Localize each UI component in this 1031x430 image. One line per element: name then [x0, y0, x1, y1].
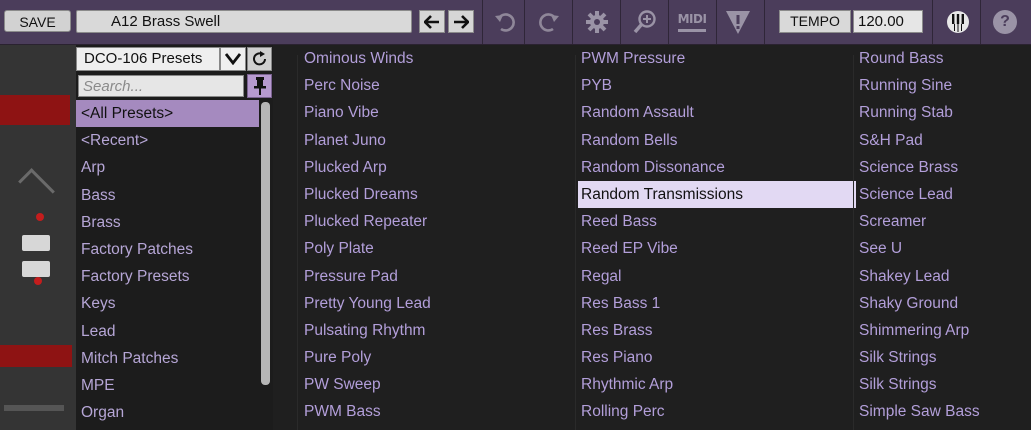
search-input[interactable] — [78, 75, 244, 97]
keyboard-button[interactable] — [941, 6, 975, 38]
preset-item[interactable]: Res Bass 1 — [578, 290, 856, 317]
category-item[interactable]: Organ — [76, 399, 259, 426]
preset-item[interactable]: Plucked Dreams — [301, 181, 579, 208]
preset-item[interactable]: Res Brass — [578, 317, 856, 344]
category-item[interactable]: Bass — [76, 182, 259, 209]
arrow-left-icon — [424, 14, 439, 29]
next-preset-button[interactable] — [448, 10, 474, 33]
bank-dropdown-button[interactable] — [220, 47, 246, 71]
toolbar: SAVE A12 Brass Swell MIDI TEMPO 120.00 ? — [0, 0, 1031, 45]
preset-name-display[interactable]: A12 Brass Swell — [76, 10, 412, 33]
preset-browser: Ominous Winds Perc Noise Piano Vibe Plan… — [274, 45, 1031, 430]
preset-item[interactable]: Plucked Arp — [301, 154, 579, 181]
preset-item[interactable]: Random Bells — [578, 127, 856, 154]
tempo-label: TEMPO — [779, 10, 851, 33]
keyboard-icon — [947, 11, 969, 33]
category-item[interactable]: <All Presets> — [76, 100, 259, 128]
preset-item[interactable]: Pulsating Rhythm — [301, 317, 579, 344]
preset-item[interactable]: Science Lead — [856, 181, 1031, 208]
category-list: <All Presets> <Recent> Arp Bass Brass Fa… — [76, 100, 259, 426]
preset-item[interactable]: Piano Vibe — [301, 99, 579, 126]
category-scrollbar-thumb[interactable] — [261, 102, 270, 385]
preset-item[interactable]: Plucked Repeater — [301, 208, 579, 235]
preset-column-2: PWM Pressure PYB Random Assault Random B… — [578, 45, 856, 426]
preset-item[interactable]: Rhythmic Arp — [578, 371, 856, 398]
preset-item[interactable]: PW Sweep — [301, 371, 579, 398]
preset-item-selected[interactable]: Random Transmissions — [578, 180, 856, 209]
category-item[interactable]: Keys — [76, 290, 259, 317]
preset-item[interactable]: PYB — [578, 72, 856, 99]
category-item[interactable]: MPE — [76, 372, 259, 399]
preset-column-3: Round Bass Running Sine Running Stab S&H… — [856, 45, 1031, 426]
category-item[interactable]: Brass — [76, 209, 259, 236]
category-item[interactable]: Lead — [76, 318, 259, 345]
preset-item[interactable]: Regal — [578, 263, 856, 290]
bank-selector[interactable]: DCO-106 Presets — [76, 47, 220, 71]
chevron-down-icon — [225, 53, 241, 65]
preset-item[interactable]: Ominous Winds — [301, 45, 579, 72]
preset-item[interactable]: Pretty Young Lead — [301, 290, 579, 317]
preset-item[interactable]: PWM Bass — [301, 398, 579, 425]
category-item[interactable]: Mitch Patches — [76, 345, 259, 372]
gear-icon — [586, 11, 608, 33]
preset-item[interactable]: Random Dissonance — [578, 154, 856, 181]
settings-button[interactable] — [580, 6, 614, 38]
preset-item[interactable]: Reed EP Vibe — [578, 235, 856, 262]
preset-item[interactable]: Planet Juno — [301, 127, 579, 154]
category-panel: DCO-106 Presets <All Presets> <Recent> A… — [76, 45, 273, 430]
pin-icon — [253, 77, 266, 95]
preset-item[interactable]: Pressure Pad — [301, 263, 579, 290]
redo-button[interactable] — [532, 6, 566, 38]
zoom-in-icon — [633, 10, 656, 34]
midi-icon: MIDI — [677, 12, 707, 26]
refresh-icon — [252, 51, 266, 66]
preset-item[interactable]: Random Assault — [578, 99, 856, 126]
preset-item[interactable]: Perc Noise — [301, 72, 579, 99]
preset-item[interactable]: Pure Poly — [301, 344, 579, 371]
tempo-field[interactable]: 120.00 — [853, 10, 923, 33]
undo-button[interactable] — [488, 6, 522, 38]
preset-item[interactable]: Running Stab — [856, 99, 1031, 126]
preset-item[interactable]: S&H Pad — [856, 127, 1031, 154]
category-item[interactable]: Factory Patches — [76, 236, 259, 263]
category-item[interactable]: Arp — [76, 154, 259, 181]
category-item[interactable]: Factory Presets — [76, 263, 259, 290]
preset-item[interactable]: Res Piano — [578, 344, 856, 371]
category-item[interactable]: <Recent> — [76, 127, 259, 154]
preset-item[interactable]: Science Brass — [856, 154, 1031, 181]
preset-item[interactable]: Shaky Ground — [856, 290, 1031, 317]
preset-column-1: Ominous Winds Perc Noise Piano Vibe Plan… — [301, 45, 579, 426]
preset-item[interactable]: Poly Plate — [301, 235, 579, 262]
warning-icon — [726, 11, 750, 34]
undo-icon — [495, 13, 515, 32]
pin-button[interactable] — [247, 74, 272, 98]
synth-panel-background — [0, 45, 76, 430]
previous-preset-button[interactable] — [419, 10, 445, 33]
refresh-button[interactable] — [247, 47, 272, 71]
preset-item[interactable]: Reed Bass — [578, 208, 856, 235]
preset-item[interactable]: Shakey Lead — [856, 263, 1031, 290]
preset-item[interactable]: Rolling Perc — [578, 398, 856, 425]
preset-item[interactable]: Running Sine — [856, 72, 1031, 99]
midi-button[interactable]: MIDI — [672, 6, 712, 38]
arrow-right-icon — [454, 14, 469, 29]
redo-icon — [539, 13, 559, 32]
zoom-button[interactable] — [628, 6, 662, 38]
preset-item[interactable]: Screamer — [856, 208, 1031, 235]
preset-item[interactable]: PWM Pressure — [578, 45, 856, 72]
help-button[interactable]: ? — [988, 6, 1022, 38]
preset-item[interactable]: Round Bass — [856, 45, 1031, 72]
save-button[interactable]: SAVE — [4, 10, 71, 32]
preset-item[interactable]: Silk Strings — [856, 344, 1031, 371]
preset-item[interactable]: Silk Strings — [856, 371, 1031, 398]
preset-item[interactable]: See U — [856, 235, 1031, 262]
panic-button[interactable] — [721, 6, 755, 38]
preset-item[interactable]: Simple Saw Bass — [856, 398, 1031, 425]
help-icon: ? — [993, 10, 1017, 34]
preset-item[interactable]: Shimmering Arp — [856, 317, 1031, 344]
